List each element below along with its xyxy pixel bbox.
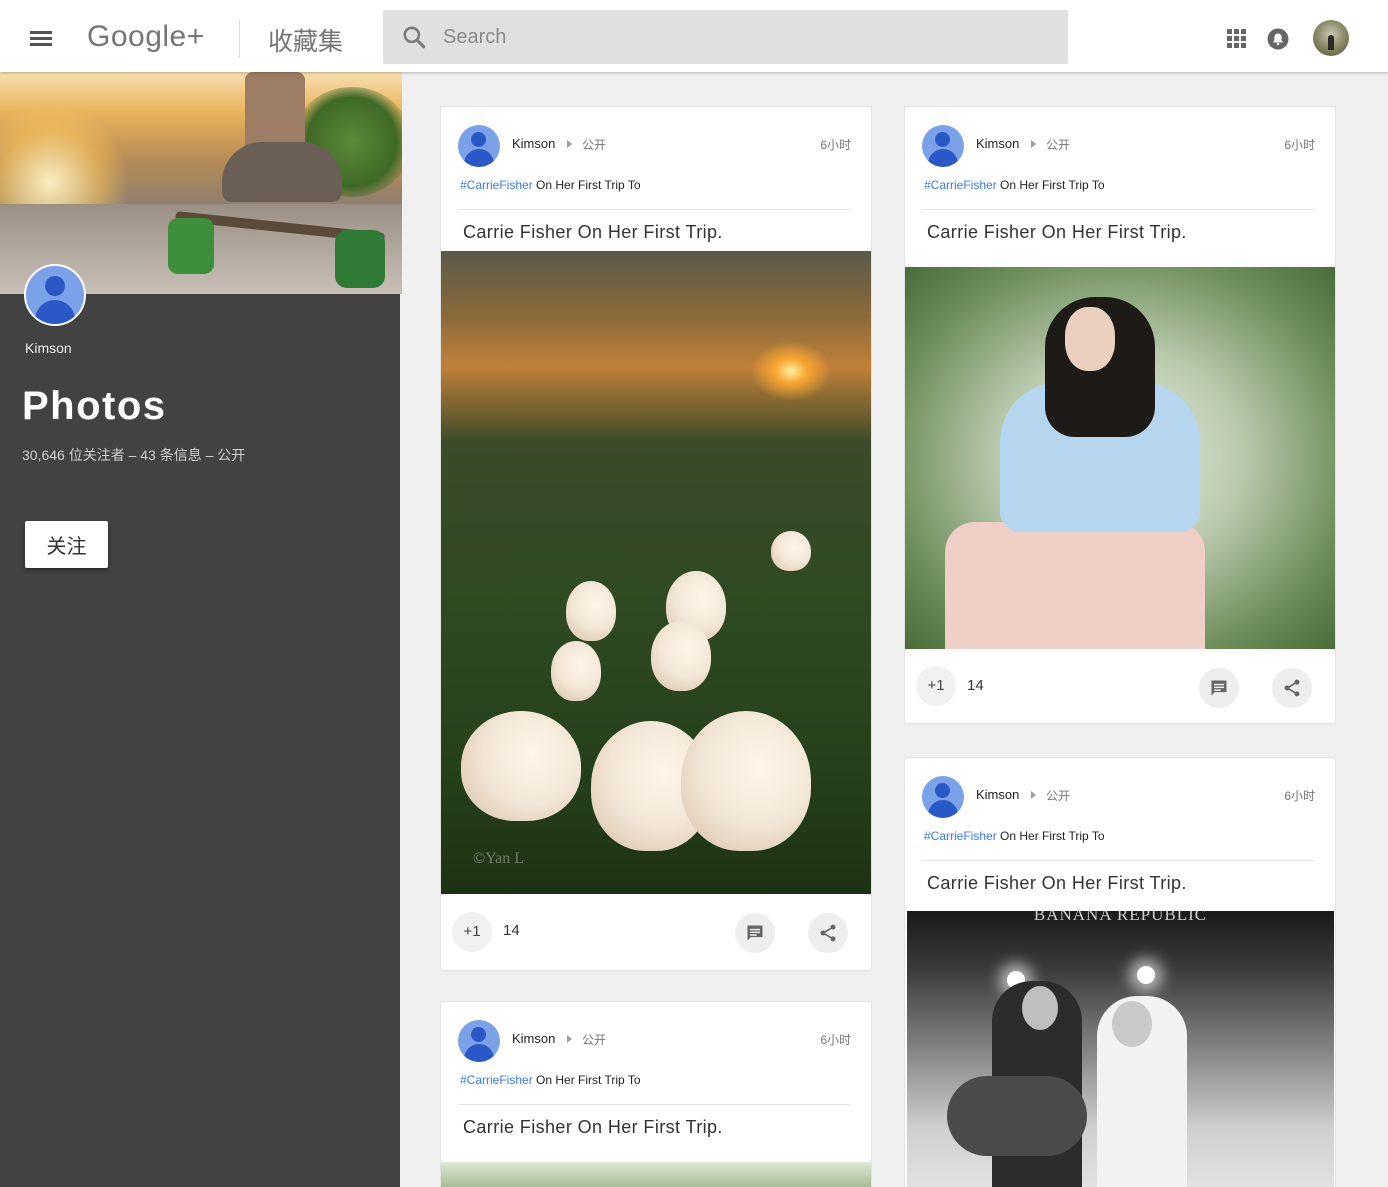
post-tagline: #CarrieFisher On Her First Trip To (924, 829, 1105, 843)
photo-sign-text: BANANA REPUBLIC (1033, 911, 1208, 924)
post-time[interactable]: 6小时 (820, 1031, 851, 1048)
share-icon[interactable] (1272, 668, 1312, 708)
visibility-label: 公开 (1046, 138, 1071, 152)
menu-icon[interactable] (30, 28, 56, 48)
collection-meta: 30,646 位关注者 – 43 条信息 – 公开 (22, 447, 246, 463)
post-photo[interactable] (905, 267, 1335, 649)
apps-grid-icon[interactable] (1227, 29, 1247, 49)
post-title: Carrie Fisher On Her First Trip. (463, 222, 723, 242)
author-name[interactable]: Kimson (512, 136, 555, 151)
caret-right-icon (1031, 140, 1036, 148)
post-time[interactable]: 6小时 (1284, 136, 1315, 153)
comment-icon[interactable] (1199, 668, 1239, 708)
author-avatar[interactable] (922, 125, 964, 167)
post-card: Kimson 公开 6小时 #CarrieFisher On Her First… (441, 107, 871, 970)
plus-one-count: 14 (967, 677, 984, 694)
notifications-bell-icon[interactable] (1267, 28, 1289, 50)
caret-right-icon (567, 1035, 572, 1043)
post-card: Kimson 公开 6小时 #CarrieFisher On Her First… (905, 758, 1335, 1187)
owner-name[interactable]: Kimson (25, 340, 72, 356)
hashtag-link[interactable]: #CarrieFisher (460, 178, 533, 192)
post-title: Carrie Fisher On Her First Trip. (463, 1117, 723, 1137)
photo-watermark: ©Yan L (473, 850, 524, 867)
search-box[interactable] (383, 10, 1068, 64)
author-name[interactable]: Kimson (976, 787, 1019, 802)
post-card: Kimson 公开 6小时 #CarrieFisher On Her First… (905, 107, 1335, 723)
plus-one-button[interactable]: +1 (916, 666, 956, 706)
brand-logo[interactable]: Google+ (87, 20, 205, 54)
hashtag-link[interactable]: #CarrieFisher (924, 829, 997, 843)
top-app-bar: Google+ 收藏集 (0, 0, 1388, 72)
collection-title: Photos (22, 384, 167, 428)
post-time[interactable]: 6小时 (1284, 787, 1315, 804)
user-avatar[interactable] (1313, 20, 1349, 56)
author-avatar[interactable] (458, 125, 500, 167)
post-title: Carrie Fisher On Her First Trip. (927, 873, 1187, 893)
post-photo[interactable]: ©Yan L (441, 251, 871, 894)
post-photo[interactable] (441, 1162, 871, 1187)
tagline-text: On Her First Trip To (532, 178, 641, 192)
hashtag-link[interactable]: #CarrieFisher (460, 1073, 533, 1087)
post-time[interactable]: 6小时 (820, 136, 851, 153)
search-input[interactable] (443, 22, 1043, 52)
section-title: 收藏集 (268, 28, 344, 56)
post-photo[interactable]: BANANA REPUBLIC (907, 911, 1334, 1187)
post-tagline: #CarrieFisher On Her First Trip To (460, 1073, 641, 1087)
divider (922, 860, 1314, 861)
post-card: Kimson 公开 6小时 #CarrieFisher On Her First… (441, 1002, 871, 1187)
author-name[interactable]: Kimson (512, 1031, 555, 1046)
visibility-label: 公开 (582, 1033, 607, 1047)
post-tagline: #CarrieFisher On Her First Trip To (924, 178, 1105, 192)
share-icon[interactable] (808, 913, 848, 953)
hashtag-link[interactable]: #CarrieFisher (924, 178, 997, 192)
collection-sidebar: Kimson Photos 30,646 位关注者 – 43 条信息 – 公开 … (0, 72, 402, 1187)
author-avatar[interactable] (458, 1020, 500, 1062)
author-name[interactable]: Kimson (976, 136, 1019, 151)
comment-icon[interactable] (735, 913, 775, 953)
plus-one-button[interactable]: +1 (452, 912, 492, 952)
caret-right-icon (1031, 791, 1036, 799)
post-title: Carrie Fisher On Her First Trip. (927, 222, 1187, 242)
header-divider (239, 20, 240, 58)
caret-right-icon (567, 140, 572, 148)
visibility-label: 公开 (1046, 789, 1071, 803)
search-icon[interactable] (401, 24, 427, 50)
author-avatar[interactable] (922, 776, 964, 818)
tagline-text: On Her First Trip To (996, 178, 1105, 192)
divider (458, 1104, 850, 1105)
follow-button[interactable]: 关注 (25, 521, 108, 568)
divider (922, 209, 1314, 210)
post-tagline: #CarrieFisher On Her First Trip To (460, 178, 641, 192)
divider (458, 209, 850, 210)
visibility-label: 公开 (582, 138, 607, 152)
owner-avatar[interactable] (24, 264, 86, 326)
tagline-text: On Her First Trip To (532, 1073, 641, 1087)
collection-cover-image (0, 72, 402, 294)
tagline-text: On Her First Trip To (996, 829, 1105, 843)
plus-one-count: 14 (503, 922, 520, 939)
